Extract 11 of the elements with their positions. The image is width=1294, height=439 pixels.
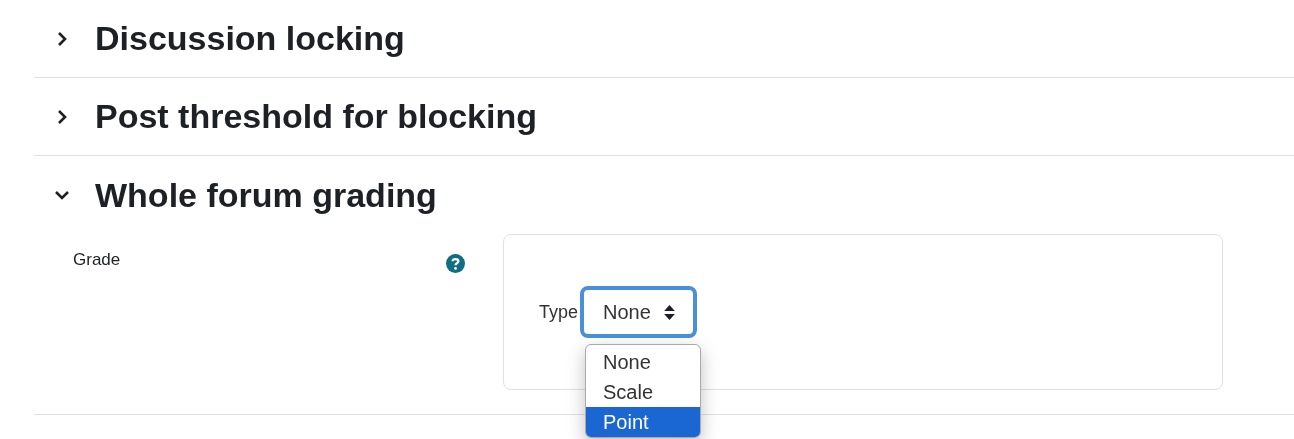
dropdown-option[interactable]: None [586, 347, 701, 377]
type-select[interactable]: None [580, 286, 697, 338]
section-heading[interactable]: Discussion locking [95, 19, 405, 58]
dropdown-option[interactable]: Point [586, 407, 701, 437]
section-heading[interactable]: Whole forum grading [95, 175, 437, 215]
section-heading[interactable]: Post threshold for blocking [95, 97, 538, 136]
field-label: Grade [73, 250, 122, 270]
sort-arrows-icon [663, 304, 675, 320]
dropdown-option[interactable]: Scale [586, 377, 701, 407]
help-icon[interactable] [446, 254, 465, 273]
type-label: Type [539, 301, 579, 323]
